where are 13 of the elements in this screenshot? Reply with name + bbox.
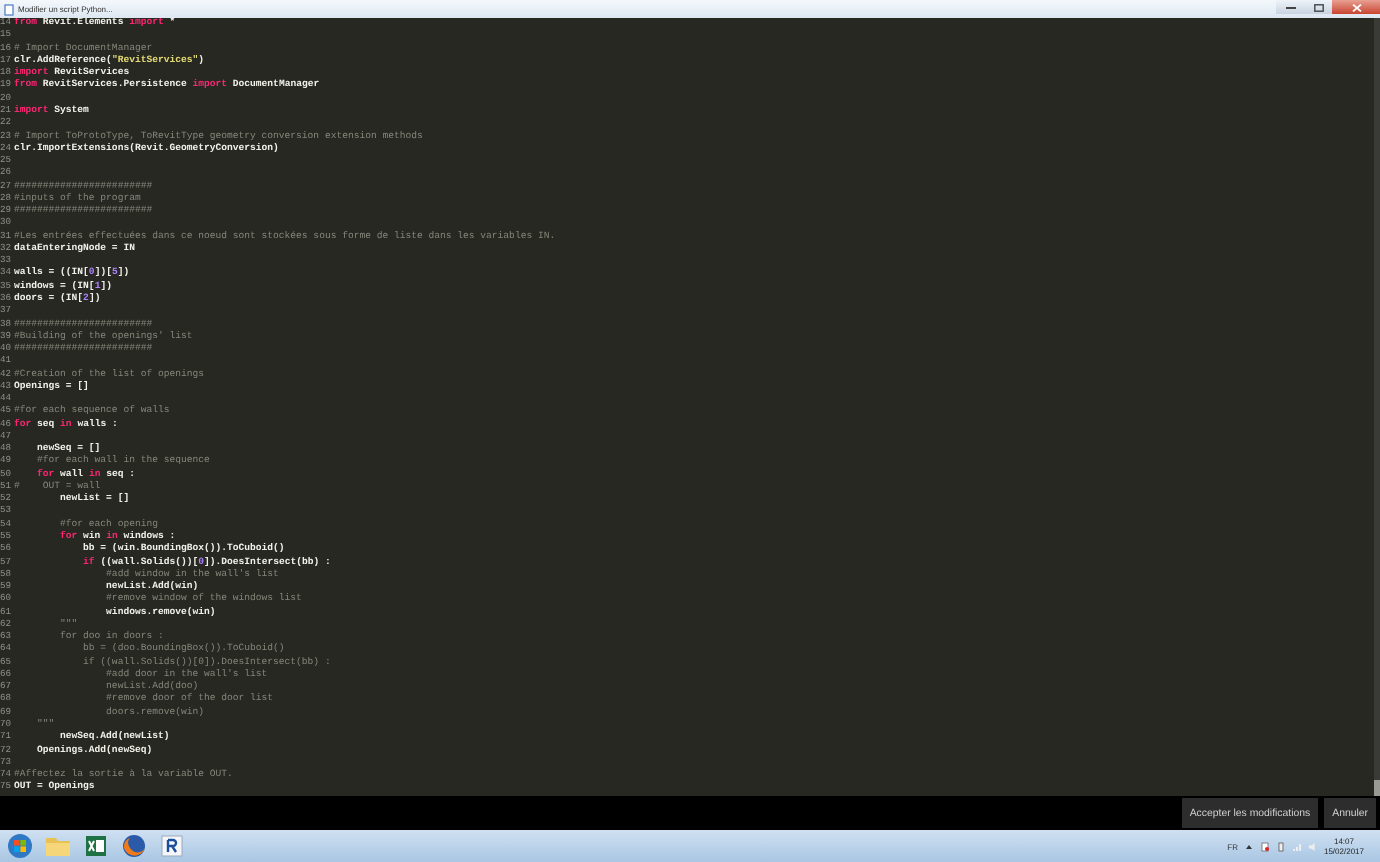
close-button[interactable] <box>1332 0 1380 14</box>
app-icon[interactable] <box>156 832 188 860</box>
browser-icon[interactable] <box>118 832 150 860</box>
close-icon <box>1351 3 1361 11</box>
minimize-icon <box>1285 4 1295 10</box>
maximize-button[interactable] <box>1304 0 1332 14</box>
document-icon <box>4 3 14 15</box>
start-icon[interactable] <box>4 832 36 860</box>
battery-icon[interactable] <box>1275 841 1286 851</box>
spreadsheet-icon[interactable] <box>80 832 112 860</box>
maximize-icon <box>1313 3 1323 11</box>
caret-icon[interactable] <box>1243 841 1254 851</box>
minimize-button[interactable] <box>1276 0 1304 14</box>
